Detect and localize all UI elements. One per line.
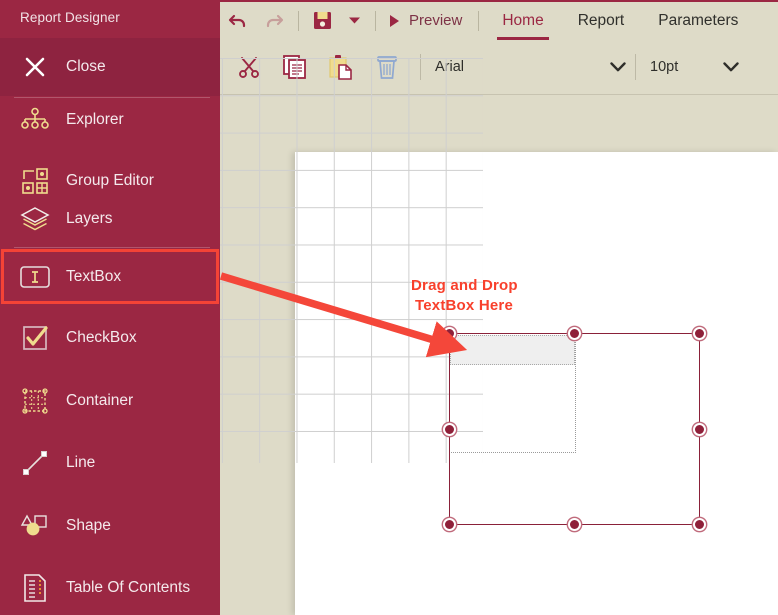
resize-handle-s[interactable] (567, 517, 581, 531)
sidebar-item-layers[interactable]: Layers (0, 190, 220, 248)
resize-handle-ne[interactable] (692, 326, 706, 340)
font-size-value: 10pt (650, 58, 679, 75)
sidebar-item-close[interactable]: Close (0, 38, 220, 96)
container-grid-icon (18, 384, 52, 418)
play-triangle-icon (390, 14, 399, 27)
sidebar-item-line[interactable]: Line (0, 434, 220, 492)
resize-handle-nw[interactable] (442, 326, 456, 340)
undo-button[interactable] (220, 2, 256, 39)
preview-button[interactable]: Preview (382, 2, 472, 39)
sidebar-item-label: Container (66, 392, 134, 409)
preview-label: Preview (409, 12, 463, 29)
sidebar-item-container[interactable]: Container (0, 372, 220, 430)
quick-access-toolbar: Preview Home Report Parameters (220, 1, 778, 40)
drop-hint-line-2: TextBox Here (415, 297, 513, 314)
sidebar-item-label: Line (66, 454, 96, 471)
sidebar-item-textbox[interactable]: TextBox (0, 248, 220, 306)
sidebar-item-label: TextBox (66, 268, 122, 285)
layers-stack-icon (18, 202, 52, 236)
sidebar-item-label: Explorer (66, 111, 124, 128)
line-diagonal-icon (18, 446, 52, 480)
sidebar-item-label: Layers (66, 210, 113, 227)
sidebar-item-label: Table Of Contents (66, 579, 191, 596)
close-x-icon (18, 50, 52, 84)
sidebar-item-shape[interactable]: Shape (0, 497, 220, 555)
table-of-contents-icon (18, 571, 52, 605)
textbox-icon (18, 260, 52, 294)
drop-hint-line-1: Drag and Drop (411, 277, 518, 294)
sidebar-item-checkbox[interactable]: CheckBox (0, 309, 220, 367)
save-button[interactable] (305, 2, 339, 39)
sidebar-item-label: Close (66, 58, 106, 75)
explorer-tree-icon (18, 103, 52, 137)
sidebar-item-label: Shape (66, 517, 111, 534)
font-size-select[interactable]: 10pt (636, 44, 714, 90)
drop-hint-text: Drag and Drop TextBox Here (411, 276, 518, 316)
report-designer-window: Report Designer Close Explorer Group Edi… (0, 0, 778, 615)
toolbar-separator-2 (375, 10, 376, 31)
font-family-chevron-down-icon[interactable] (601, 44, 635, 90)
resize-handle-w[interactable] (442, 422, 456, 436)
sidebar-item-label: CheckBox (66, 329, 137, 346)
redo-button[interactable] (256, 2, 292, 39)
tab-parameters[interactable]: Parameters (641, 1, 755, 40)
save-dropdown-button[interactable] (339, 2, 369, 39)
tab-home[interactable]: Home (485, 1, 560, 40)
sidebar-item-table-of-contents[interactable]: Table Of Contents (0, 559, 220, 615)
font-size-chevron-down-icon[interactable] (714, 44, 748, 90)
tab-report[interactable]: Report (561, 1, 642, 40)
resize-handle-se[interactable] (692, 517, 706, 531)
sidebar: Report Designer Close Explorer Group Edi… (0, 0, 220, 615)
textbox-drop-preview (450, 335, 575, 365)
resize-handle-n[interactable] (567, 326, 581, 340)
sidebar-title: Report Designer (20, 10, 120, 25)
resize-handle-e[interactable] (692, 422, 706, 436)
shape-circle-icon (18, 509, 52, 543)
sidebar-item-label: Group Editor (66, 172, 154, 189)
checkbox-checked-icon (18, 321, 52, 355)
toolbar-separator-1 (298, 10, 299, 31)
sidebar-item-explorer[interactable]: Explorer (0, 91, 220, 149)
resize-handle-sw[interactable] (442, 517, 456, 531)
toolbar-separator-3 (478, 10, 480, 31)
